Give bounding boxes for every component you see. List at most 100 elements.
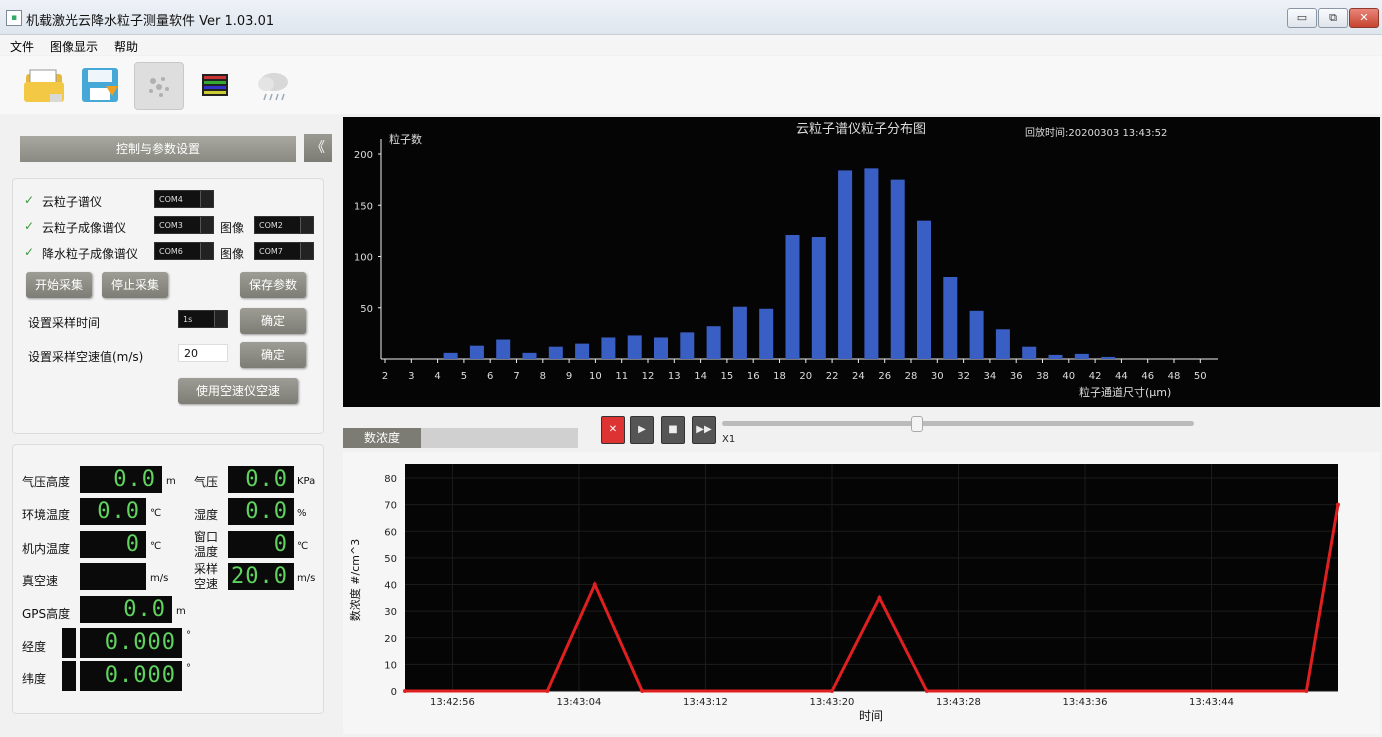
checkbox-cloud-imager[interactable]: ✓	[24, 219, 34, 233]
histogram-chart: 云粒子谱仪粒子分布图 回放时间:20200303 13:43:52 粒子数粒子通道尺…	[354, 122, 1218, 399]
stop-acquisition-button[interactable]: 停止采集	[102, 272, 168, 298]
stop-record-button[interactable]: ✕	[601, 416, 625, 444]
histogram-bar	[601, 337, 616, 359]
chevron-down-icon	[200, 191, 213, 207]
concentration-point	[545, 689, 550, 693]
internal-temp-unit: ℃	[150, 541, 162, 552]
fast-forward-button[interactable]: ▶▶	[692, 416, 716, 444]
histogram-x-tick-label: 13	[668, 371, 681, 382]
histogram-x-tick-label: 6	[487, 371, 493, 382]
sample-time-select[interactable]: 1s	[178, 310, 228, 328]
histogram-x-tick-label: 50	[1194, 371, 1207, 382]
airspeed-input[interactable]: 20	[178, 344, 228, 362]
window-temp-display: 0	[228, 531, 294, 558]
histogram-x-tick-label: 15	[721, 371, 734, 382]
app-icon: ▪	[6, 10, 22, 26]
start-acquisition-button[interactable]: 开始采集	[26, 272, 92, 298]
stop-button[interactable]: ■	[661, 416, 685, 444]
checkbox-precip-imager[interactable]: ✓	[24, 245, 34, 259]
play-icon: ▶	[638, 424, 646, 435]
gps-altitude-label: GPS高度	[22, 607, 71, 621]
histogram-title: 云粒子谱仪粒子分布图	[796, 122, 926, 137]
latitude-display: 0.000	[80, 661, 182, 691]
cloud-imager-image-port-value: COM2	[259, 221, 283, 230]
playback-slider[interactable]	[722, 421, 1194, 426]
confirm-sample-time-button[interactable]: 确定	[240, 308, 306, 334]
cloud-imager-image-port-select[interactable]: COM2	[254, 216, 314, 234]
histogram-x-tick-label: 16	[747, 371, 760, 382]
play-button[interactable]: ▶	[630, 416, 654, 444]
playback-speed-label: X1	[722, 434, 736, 445]
concentration-chart: 0 10 20 30 40 50 60 70 80 13:42:56 13:43:04 13:43:1…	[348, 464, 1340, 723]
playback-slider-thumb[interactable]	[910, 416, 923, 432]
cloud-rain-icon[interactable]	[250, 62, 298, 108]
histogram-bar	[654, 337, 668, 359]
histogram-x-tick-label: 22	[826, 371, 839, 382]
concentration-point	[877, 595, 882, 600]
chevron-down-icon	[300, 217, 313, 233]
minimize-button[interactable]: ▭	[1287, 8, 1317, 28]
histogram-bar	[469, 345, 484, 359]
histogram-bar	[1101, 356, 1116, 359]
concentration-point	[640, 689, 645, 693]
concentration-point	[829, 689, 834, 693]
chevron-down-icon	[200, 217, 213, 233]
window-temp-label-2: 温度	[194, 545, 219, 559]
window-title: 机载激光云降水粒子测量软件 Ver 1.03.01	[26, 14, 275, 29]
cloud-spectrometer-port-select[interactable]: COM4	[154, 190, 214, 208]
menu-help[interactable]: 帮助	[114, 38, 138, 55]
histogram-bar	[1074, 353, 1089, 359]
histogram-bar	[706, 326, 721, 359]
concentration-y-tick-label: 20	[384, 634, 397, 645]
histogram-x-tick-label: 4	[434, 371, 440, 382]
concentration-ylabel: 数浓度 #/cm^3	[348, 539, 362, 621]
true-airspeed-unit: m/s	[150, 573, 169, 584]
histogram-ylabel: 粒子数	[389, 132, 422, 146]
ambient-temp-label: 环境温度	[22, 508, 71, 522]
histogram-x-tick-label: 38	[1036, 371, 1049, 382]
menu-file[interactable]: 文件	[10, 38, 34, 55]
pressure-altitude-label: 气压高度	[22, 475, 71, 489]
stop-icon: ■	[668, 424, 678, 435]
histogram-x-tick-label: 40	[1062, 371, 1075, 382]
histogram-bar	[1022, 346, 1037, 359]
collapse-panel-button[interactable]: 《	[304, 134, 332, 162]
gps-altitude-display: 0.0	[80, 596, 172, 623]
histogram-bar	[1048, 354, 1063, 359]
precip-imager-image-port-select[interactable]: COM7	[254, 242, 314, 260]
confirm-airspeed-button[interactable]: 确定	[240, 342, 306, 368]
precip-imager-port-select[interactable]: COM6	[154, 242, 214, 260]
particles-icon[interactable]	[134, 62, 184, 110]
precip-imager-label: 降水粒子成像谱仪	[42, 247, 139, 261]
sample-airspeed-display: 20.0	[228, 563, 294, 590]
sample-time-label: 设置采样时间	[28, 316, 101, 330]
control-panel-header: 控制与参数设置	[20, 136, 296, 162]
histogram-x-tick-label: 5	[461, 371, 467, 382]
histogram-y-tick-label: 100	[354, 253, 373, 264]
latitude-unit: °	[186, 663, 191, 674]
sample-airspeed-label-1: 采样	[194, 562, 219, 576]
cloud-imager-port-select[interactable]: COM3	[154, 216, 214, 234]
histogram-y-tick-label: 200	[354, 150, 373, 161]
close-button[interactable]: ✕	[1349, 8, 1379, 28]
menu-image-display[interactable]: 图像显示	[50, 38, 98, 55]
histogram-x-tick-label: 46	[1141, 371, 1154, 382]
use-airspeed-meter-button[interactable]: 使用空速仪空速	[178, 378, 298, 404]
histogram-bar	[575, 343, 590, 359]
concentration-y-tick-label: 30	[384, 607, 397, 618]
histogram-x-tick-label: 8	[540, 371, 546, 382]
menu-bar	[0, 35, 1382, 55]
histogram-x-tick-label: 7	[513, 371, 519, 382]
save-params-button[interactable]: 保存参数	[240, 272, 306, 298]
histogram-bar	[443, 352, 458, 359]
color-scale-icon[interactable]	[192, 62, 240, 108]
tab-concentration[interactable]: 数浓度	[343, 428, 421, 448]
checkbox-cloud-spectrometer[interactable]: ✓	[24, 193, 34, 207]
histogram-x-tick-label: 48	[1168, 371, 1181, 382]
pressure-altitude-unit: m	[166, 476, 176, 487]
histogram-x-tick-label: 30	[931, 371, 944, 382]
maximize-button[interactable]: ⧉	[1318, 8, 1348, 28]
concentration-y-tick-label: 10	[384, 660, 397, 671]
save-disk-icon[interactable]	[76, 62, 124, 108]
open-folder-icon[interactable]	[20, 62, 68, 108]
